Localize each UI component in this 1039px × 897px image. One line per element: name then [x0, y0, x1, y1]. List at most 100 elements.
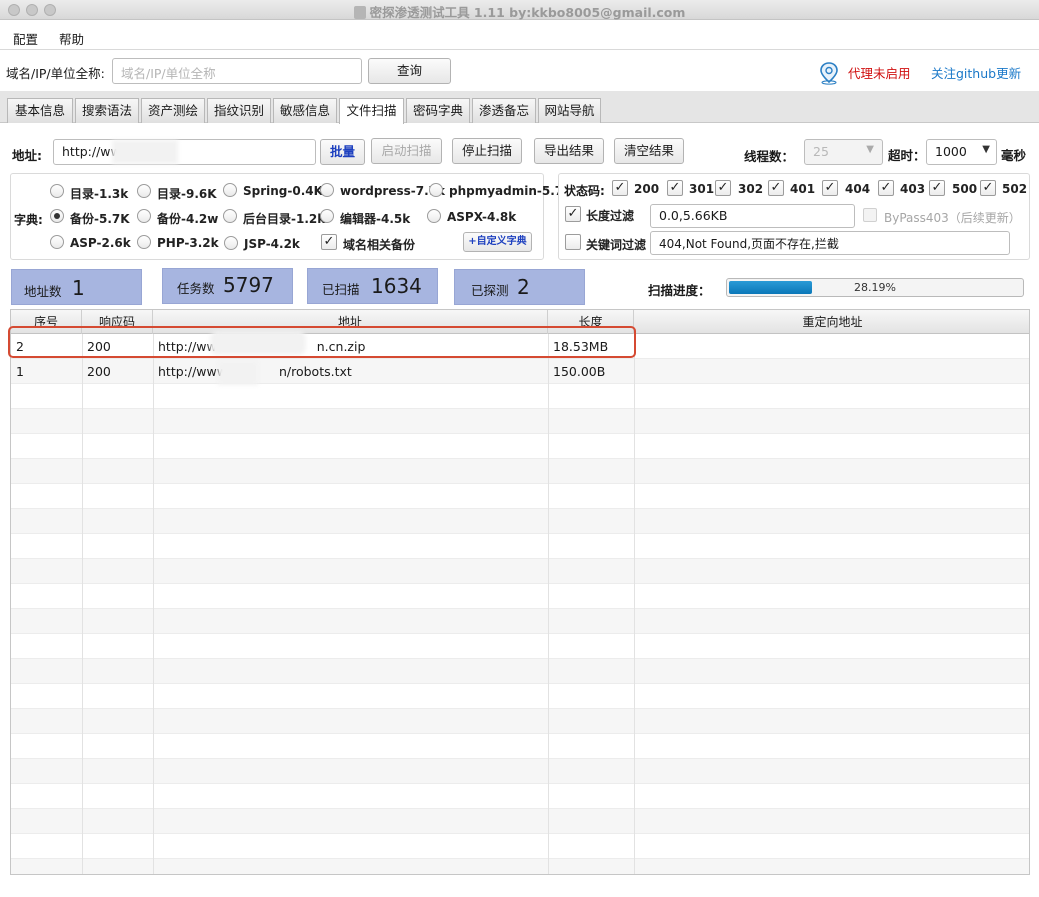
- tab-site-nav[interactable]: 网站导航: [538, 98, 601, 123]
- results-table: 序号 响应码 地址 长度 重定向地址 2 200 18.53MB http://ww n…: [10, 309, 1030, 875]
- domain-backup-checkbox[interactable]: ✓: [321, 234, 337, 250]
- tab-password-dict[interactable]: 密码字典: [406, 98, 470, 123]
- empty-table-row: [11, 534, 1029, 559]
- empty-table-row: [11, 609, 1029, 634]
- custom-dict-button[interactable]: +自定义字典: [463, 232, 532, 252]
- keyword-filter-input[interactable]: 404,Not Found,页面不存在,拦截: [650, 231, 1010, 255]
- address-label: 地址:: [12, 148, 42, 163]
- column-redirect[interactable]: 重定向地址: [634, 310, 1029, 334]
- empty-table-row: [11, 859, 1029, 874]
- dict-option-label: 后台目录-1.2k: [243, 212, 326, 226]
- dict-radio-wordpress[interactable]: [320, 183, 334, 197]
- tab-bar: 基本信息 搜索语法 资产测绘 指纹识别 敏感信息 文件扫描 密码字典 渗透备忘 …: [0, 91, 1039, 124]
- dict-radio-php[interactable]: [137, 235, 151, 249]
- tab-sensitive-info[interactable]: 敏感信息: [273, 98, 337, 123]
- column-divider: [634, 334, 635, 874]
- empty-table-row: [11, 459, 1029, 484]
- tab-fingerprint[interactable]: 指纹识别: [207, 98, 271, 123]
- dict-radio-dir-1[interactable]: [50, 184, 64, 198]
- detected-label: 已探测: [471, 283, 509, 298]
- address-count-label: 地址数: [24, 284, 62, 299]
- empty-table-row: [11, 434, 1029, 459]
- status-301-checkbox[interactable]: ✓: [667, 180, 683, 196]
- detected-value: 2: [517, 275, 530, 299]
- status-401-checkbox[interactable]: ✓: [768, 180, 784, 196]
- status-code-label: 状态码:: [564, 184, 605, 198]
- status-code-text: 404: [845, 182, 871, 196]
- empty-table-row: [11, 409, 1029, 434]
- keyword-filter-checkbox[interactable]: [565, 234, 581, 250]
- empty-table-row: [11, 634, 1029, 659]
- redacted-region: [218, 361, 258, 385]
- location-pin-icon: [818, 61, 840, 85]
- progress-text: 28.19%: [854, 281, 896, 294]
- status-code-text: 403: [900, 182, 926, 196]
- cell-url: http://www n/robots.txt: [153, 359, 548, 384]
- window-title-text: 密探渗透测试工具 1.11 by:kkbo8005@gmail.com: [369, 5, 686, 20]
- length-filter-label: 长度过滤: [586, 209, 635, 223]
- scanned-box: 已扫描 1634: [307, 268, 438, 304]
- start-scan-button[interactable]: 启动扫描: [371, 138, 442, 164]
- timeout-select[interactable]: 1000 ▼: [926, 139, 997, 165]
- github-link[interactable]: 关注github更新: [931, 63, 1021, 82]
- length-filter-input[interactable]: 0.0,5.66KB: [650, 204, 855, 228]
- dict-radio-spring[interactable]: [223, 183, 237, 197]
- dict-radio-backup-1[interactable]: [50, 209, 64, 223]
- menu-help[interactable]: 帮助: [59, 29, 84, 48]
- clear-results-button[interactable]: 清空结果: [614, 138, 684, 164]
- chevron-down-icon: ▼: [982, 144, 990, 155]
- redacted-region: [112, 140, 178, 164]
- domain-input[interactable]: 域名/IP/单位全称: [112, 58, 362, 84]
- proxy-status[interactable]: 代理未启用: [848, 63, 911, 82]
- dict-radio-aspx[interactable]: [427, 209, 441, 223]
- dict-radio-admin-dir[interactable]: [223, 209, 237, 223]
- timeout-unit: 毫秒: [1001, 148, 1027, 163]
- title-bar: 密探渗透测试工具 1.11 by:kkbo8005@gmail.com: [0, 0, 1039, 20]
- scan-progress-bar: 28.19%: [726, 278, 1024, 297]
- table-row[interactable]: 1 200 150.00B http://www n/robots.txt: [11, 359, 1029, 384]
- empty-table-row: [11, 834, 1029, 859]
- status-302-checkbox[interactable]: ✓: [715, 180, 731, 196]
- chevron-down-icon: ▼: [866, 144, 874, 155]
- dict-radio-editor[interactable]: [320, 209, 334, 223]
- dict-radio-backup-2[interactable]: [137, 209, 151, 223]
- status-403-checkbox[interactable]: ✓: [878, 180, 894, 196]
- tab-pentest-notes[interactable]: 渗透备忘: [472, 98, 536, 123]
- url-suffix: n/robots.txt: [278, 364, 352, 379]
- address-count-value: 1: [72, 276, 85, 300]
- length-filter-checkbox[interactable]: ✓: [565, 206, 581, 222]
- status-200-checkbox[interactable]: ✓: [612, 180, 628, 196]
- tab-asset-mapping[interactable]: 资产测绘: [141, 98, 205, 123]
- task-count-label: 任务数: [177, 281, 215, 296]
- dictionary-label: 字典:: [14, 213, 43, 227]
- empty-table-row: [11, 584, 1029, 609]
- tab-search-syntax[interactable]: 搜索语法: [75, 98, 139, 123]
- empty-table-row: [11, 659, 1029, 684]
- export-results-button[interactable]: 导出结果: [534, 138, 604, 164]
- status-502-checkbox[interactable]: ✓: [980, 180, 996, 196]
- menu-config[interactable]: 配置: [13, 29, 38, 48]
- bypass403-checkbox[interactable]: [863, 208, 877, 222]
- timeout-label: 超时：: [888, 148, 926, 163]
- batch-button[interactable]: 批量: [320, 139, 365, 165]
- dict-option-label: phpmyadmin-5.7k: [449, 184, 572, 198]
- tab-file-scan[interactable]: 文件扫描: [339, 98, 404, 124]
- empty-table-row: [11, 784, 1029, 809]
- dict-radio-phpmyadmin[interactable]: [429, 183, 443, 197]
- domain-backup-label: 域名相关备份: [343, 238, 416, 252]
- dict-radio-jsp[interactable]: [224, 236, 238, 250]
- threads-select[interactable]: 25 ▼: [804, 139, 883, 165]
- dict-radio-dir-2[interactable]: [137, 184, 151, 198]
- tab-basic-info[interactable]: 基本信息: [7, 98, 73, 123]
- dict-option-label: PHP-3.2k: [157, 236, 219, 250]
- stop-scan-button[interactable]: 停止扫描: [452, 138, 522, 164]
- empty-table-row: [11, 384, 1029, 409]
- url-prefix: http://www: [158, 364, 227, 379]
- status-500-checkbox[interactable]: ✓: [929, 180, 945, 196]
- dict-radio-asp[interactable]: [50, 235, 64, 249]
- dict-option-label: JSP-4.2k: [244, 237, 300, 251]
- status-404-checkbox[interactable]: ✓: [822, 180, 838, 196]
- address-input[interactable]: http://ww: [53, 139, 316, 165]
- cell-code: 200: [87, 364, 111, 379]
- query-button[interactable]: 查询: [368, 58, 451, 84]
